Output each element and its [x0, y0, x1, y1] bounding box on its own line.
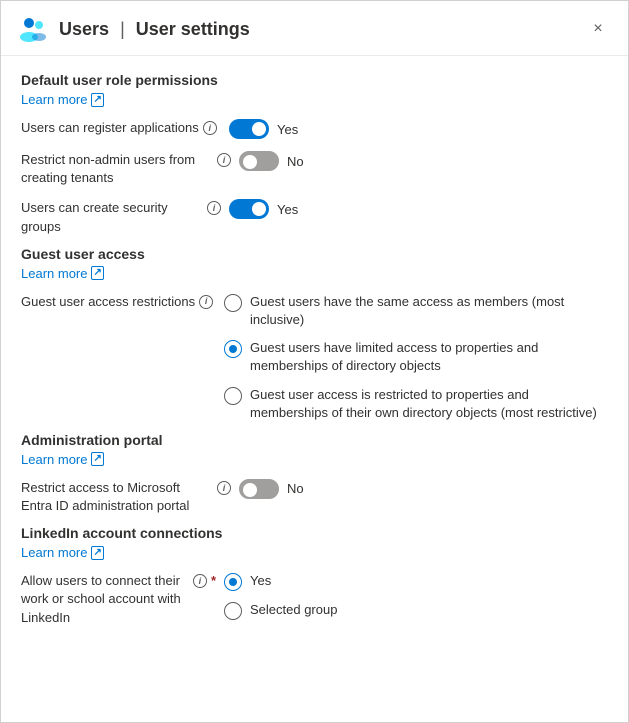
setting-row-restrict-tenants: Restrict non-admin users from creating t…	[21, 149, 608, 187]
radio-outer-guest-1[interactable]	[224, 294, 242, 312]
toggle-register-apps-switch[interactable]	[229, 119, 269, 139]
section-title-default-user-role: Default user role permissions	[21, 72, 608, 88]
radio-item-guest-1[interactable]: Guest users have the same access as memb…	[224, 293, 608, 329]
toggle-register-apps[interactable]: Yes	[229, 117, 298, 139]
label-restrict-tenants: Restrict non-admin users from creating t…	[21, 149, 231, 187]
title-users: Users	[59, 19, 109, 39]
required-star-linkedin: *	[211, 572, 216, 590]
settings-window: Users | User settings × Default user rol…	[0, 0, 629, 723]
label-security-groups: Users can create security groups i	[21, 197, 221, 235]
toggle-restrict-tenants-label: No	[287, 154, 304, 169]
radio-text-linkedin-yes: Yes	[250, 572, 608, 590]
toggle-restrict-tenants-switch[interactable]	[239, 151, 279, 171]
label-restrict-portal: Restrict access to Microsoft Entra ID ad…	[21, 477, 231, 515]
radio-outer-linkedin-group[interactable]	[224, 602, 242, 620]
radio-item-linkedin-yes[interactable]: Yes	[224, 572, 608, 591]
radio-text-guest-1: Guest users have the same access as memb…	[250, 293, 608, 329]
learn-more-default-label: Learn more	[21, 92, 87, 107]
learn-more-admin[interactable]: Learn more ↗	[21, 452, 104, 467]
radio-outer-guest-3[interactable]	[224, 387, 242, 405]
radio-text-linkedin-group: Selected group	[250, 601, 608, 619]
toggle-restrict-portal-switch[interactable]	[239, 479, 279, 499]
setting-row-security-groups: Users can create security groups i Yes	[21, 197, 608, 235]
main-content: Default user role permissions Learn more…	[1, 56, 628, 722]
toggle-security-groups[interactable]: Yes	[229, 197, 298, 219]
learn-more-linkedin[interactable]: Learn more ↗	[21, 545, 104, 560]
section-guest-user-access: Guest user access Learn more ↗ Guest use…	[21, 246, 608, 422]
label-linkedin-connect: Allow users to connect their work or sch…	[21, 570, 216, 627]
setting-row-restrict-portal: Restrict access to Microsoft Entra ID ad…	[21, 477, 608, 515]
external-link-icon-2: ↗	[91, 266, 103, 280]
label-register-apps: Users can register applications i	[21, 117, 221, 137]
radio-item-linkedin-group[interactable]: Selected group	[224, 601, 608, 620]
close-button[interactable]: ×	[584, 15, 612, 43]
toggle-register-apps-label: Yes	[277, 122, 298, 137]
info-icon-restrict-tenants[interactable]: i	[217, 153, 231, 167]
radio-inner-linkedin-yes	[229, 578, 237, 586]
learn-more-guest-label: Learn more	[21, 266, 87, 281]
learn-more-default[interactable]: Learn more ↗	[21, 92, 104, 107]
learn-more-guest[interactable]: Learn more ↗	[21, 266, 104, 281]
info-icon-register-apps[interactable]: i	[203, 121, 217, 135]
info-icon-security-groups[interactable]: i	[207, 201, 221, 215]
radio-item-guest-3[interactable]: Guest user access is restricted to prope…	[224, 386, 608, 422]
label-guest-access-restrictions: Guest user access restrictions i	[21, 291, 216, 311]
radio-outer-guest-2[interactable]	[224, 340, 242, 358]
toggle-restrict-portal-label: No	[287, 481, 304, 496]
info-icon-linkedin[interactable]: i	[193, 574, 207, 588]
radio-text-guest-2: Guest users have limited access to prope…	[250, 339, 608, 375]
radio-item-guest-2[interactable]: Guest users have limited access to prope…	[224, 339, 608, 375]
info-icon-restrict-portal[interactable]: i	[217, 481, 231, 495]
title-settings: User settings	[136, 19, 250, 39]
section-title-linkedin: LinkedIn account connections	[21, 525, 608, 541]
page-title: Users | User settings	[59, 19, 584, 40]
title-separator: |	[120, 19, 125, 39]
info-icon-guest-access[interactable]: i	[199, 295, 213, 309]
guest-access-restriction-row: Guest user access restrictions i Guest u…	[21, 291, 608, 422]
toggle-security-groups-label: Yes	[277, 202, 298, 217]
learn-more-admin-label: Learn more	[21, 452, 87, 467]
external-link-icon-3: ↗	[91, 452, 103, 466]
section-title-admin-portal: Administration portal	[21, 432, 608, 448]
radio-group-linkedin: Yes Selected group	[224, 570, 608, 620]
external-link-icon-4: ↗	[91, 546, 103, 560]
section-default-user-role: Default user role permissions Learn more…	[21, 72, 608, 236]
section-linkedin: LinkedIn account connections Learn more …	[21, 525, 608, 627]
learn-more-linkedin-label: Learn more	[21, 545, 87, 560]
linkedin-setting-row: Allow users to connect their work or sch…	[21, 570, 608, 627]
toggle-restrict-tenants[interactable]: No	[239, 149, 304, 171]
title-bar: Users | User settings ×	[1, 1, 628, 56]
toggle-restrict-portal[interactable]: No	[239, 477, 304, 499]
radio-inner-guest-2	[229, 345, 237, 353]
users-icon	[17, 13, 49, 45]
radio-group-guest-access: Guest users have the same access as memb…	[224, 291, 608, 422]
radio-text-guest-3: Guest user access is restricted to prope…	[250, 386, 608, 422]
section-admin-portal: Administration portal Learn more ↗ Restr…	[21, 432, 608, 515]
section-title-guest-access: Guest user access	[21, 246, 608, 262]
external-link-icon-1: ↗	[91, 93, 103, 107]
toggle-security-groups-switch[interactable]	[229, 199, 269, 219]
setting-row-register-apps: Users can register applications i Yes	[21, 117, 608, 139]
radio-outer-linkedin-yes[interactable]	[224, 573, 242, 591]
